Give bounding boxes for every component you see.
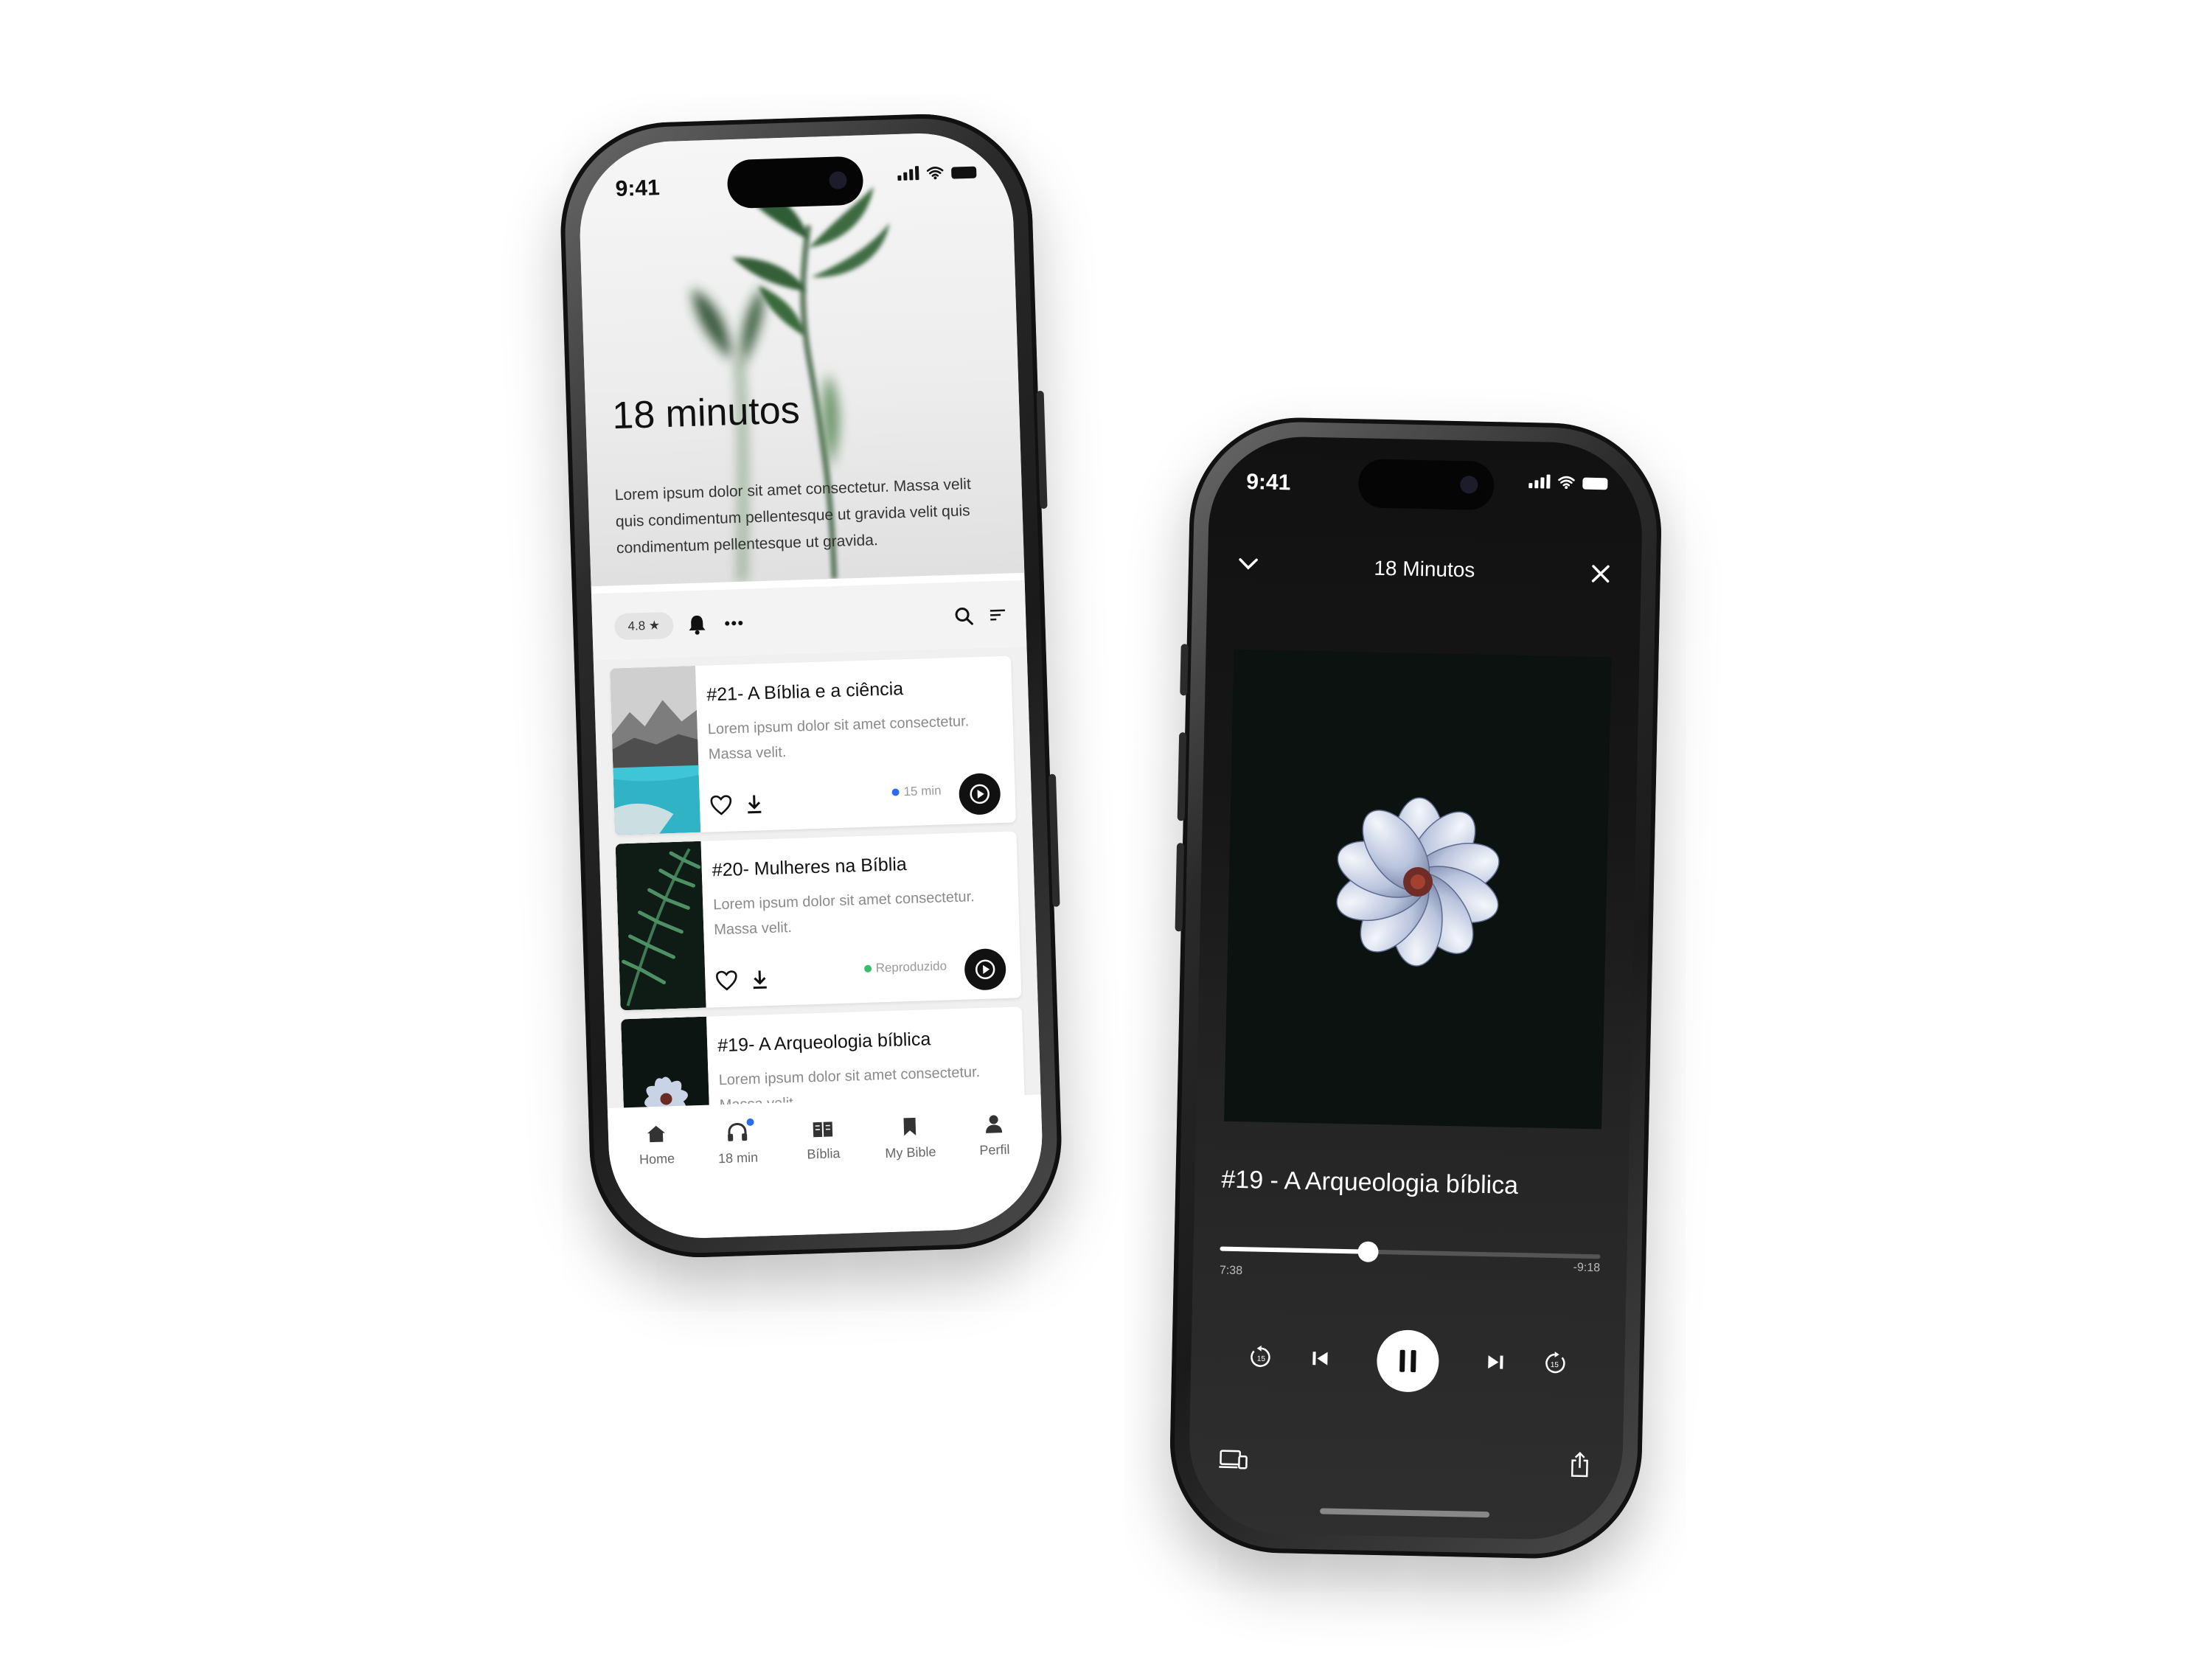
tab-label: Home [639, 1151, 675, 1167]
side-button [1175, 843, 1185, 932]
devices-icon[interactable] [1218, 1449, 1248, 1472]
status-time: 9:41 [1245, 470, 1291, 495]
notification-dot [746, 1118, 754, 1127]
tab-perfil[interactable]: Perfil [953, 1113, 1035, 1159]
home-icon [647, 1125, 665, 1143]
playback-controls: 15 15 [1190, 1320, 1625, 1402]
download-icon[interactable] [751, 969, 769, 990]
episode-description: Lorem ipsum dolor sit amet consectetur. … [707, 713, 970, 763]
page-title: 18 minutos [611, 389, 801, 438]
progress-bar[interactable] [1220, 1241, 1601, 1263]
svg-text:15: 15 [1257, 1355, 1266, 1363]
search-icon[interactable] [949, 601, 979, 631]
play-button[interactable] [958, 773, 1001, 815]
close-icon[interactable] [1591, 564, 1611, 584]
hero-description: Lorem ipsum dolor sit amet consectetur. … [614, 476, 972, 557]
side-button [1048, 773, 1060, 907]
episode-title: #21- A Bíblia e a ciência [706, 678, 904, 706]
tab-home[interactable]: Home [616, 1123, 698, 1168]
lake-mountains-thumbnail [610, 665, 701, 835]
heart-icon[interactable] [715, 970, 738, 991]
progress-knob[interactable] [1357, 1241, 1380, 1263]
camera-icon [829, 171, 847, 189]
status-dot [863, 964, 872, 973]
player-title: 18 Minutos [1374, 556, 1475, 582]
progress-fill [1220, 1246, 1368, 1254]
episode-list: #21- A Bíblia e a ciência Lorem ipsum do… [593, 646, 1041, 1186]
pause-button[interactable] [1376, 1329, 1440, 1393]
home-indicator [1320, 1508, 1490, 1518]
duration-label: 15 min [903, 783, 942, 799]
side-button [1036, 390, 1048, 509]
bell-icon[interactable] [682, 609, 712, 639]
episode-duration: 15 min [891, 784, 942, 800]
track-title: #19 - A Arqueologia bíblica [1221, 1165, 1519, 1200]
more-icon[interactable] [719, 608, 749, 639]
now-playing-screen: 9:41 18 Minutos #19 - A Arqueologia bíbl… [1187, 435, 1644, 1541]
heart-icon[interactable] [710, 794, 733, 815]
status-icons [1528, 474, 1608, 490]
flower-image [1224, 649, 1612, 1130]
player-footer [1189, 1438, 1623, 1491]
side-button [1180, 644, 1189, 696]
played-label: Reproduzido [875, 959, 947, 975]
hero-banner: 9:41 18 minutos Lorem ipsum dolor sit am… [577, 131, 1025, 587]
tab-biblia[interactable]: Bíblia [782, 1118, 864, 1163]
episode-title: #19- A Arqueologia bíblica [717, 1029, 931, 1057]
battery-icon [1582, 477, 1608, 490]
status-dot [891, 788, 900, 796]
play-button[interactable] [964, 947, 1007, 991]
rating-badge[interactable]: 4.8 ★ [613, 611, 674, 641]
tab-label: 18 min [717, 1150, 759, 1166]
player-header: 18 Minutos [1207, 546, 1641, 599]
skip-previous-icon[interactable] [1301, 1340, 1339, 1377]
tab-18-min[interactable]: 18 min [697, 1118, 779, 1167]
rewind-15-icon[interactable]: 15 [1242, 1338, 1280, 1376]
tab-my-bible[interactable]: My Bible [869, 1115, 951, 1161]
album-artwork [1224, 649, 1612, 1130]
status-icons [897, 164, 977, 181]
signal-icon [1528, 474, 1551, 489]
tab-label: Bíblia [807, 1146, 841, 1162]
phone-left: 9:41 18 minutos Lorem ipsum dolor sit am… [557, 111, 1065, 1261]
skip-next-icon[interactable] [1477, 1343, 1514, 1381]
filter-icon[interactable] [982, 599, 1012, 630]
episodes-screen: 9:41 18 minutos Lorem ipsum dolor sit am… [577, 131, 1046, 1241]
episode-title: #20- Mulheres na Bíblia [712, 854, 908, 881]
dynamic-island [1357, 459, 1495, 511]
forward-15-icon[interactable]: 15 [1536, 1345, 1573, 1382]
play-circle-icon [975, 959, 995, 980]
wifi-icon [926, 167, 944, 180]
side-button [1177, 732, 1187, 821]
share-icon[interactable] [1569, 1452, 1590, 1479]
pause-icon [1399, 1349, 1416, 1373]
dynamic-island [726, 156, 864, 209]
tab-label: Perfil [979, 1141, 1010, 1158]
phone-right: 9:41 18 Minutos #19 - A Arqueologia bíbl… [1167, 415, 1664, 1561]
signal-icon [897, 166, 919, 181]
headphones-icon [728, 1122, 748, 1141]
book-icon [813, 1121, 833, 1138]
camera-icon [1460, 476, 1478, 494]
elapsed-time: 7:38 [1219, 1264, 1243, 1278]
wifi-icon [1558, 476, 1575, 490]
episode-status: Reproduzido [863, 959, 947, 976]
play-circle-icon [970, 784, 990, 804]
svg-text:15: 15 [1551, 1361, 1559, 1369]
bookmark-icon [903, 1117, 917, 1136]
battery-icon [951, 166, 977, 179]
download-icon[interactable] [745, 793, 764, 815]
episode-card[interactable]: #20- Mulheres na Bíblia Lorem ipsum dolo… [615, 831, 1022, 1011]
episode-description: Lorem ipsum dolor sit amet consectetur. … [712, 888, 975, 939]
fern-thumbnail [615, 841, 706, 1011]
status-time: 9:41 [615, 175, 661, 201]
remaining-time: -9:18 [1573, 1261, 1601, 1275]
person-icon [986, 1115, 1003, 1133]
tab-label: My Bible [885, 1144, 936, 1161]
episode-card[interactable]: #21- A Bíblia e a ciência Lorem ipsum do… [610, 655, 1016, 835]
tab-bar: Home 18 min Bíblia My Bible Perfil [607, 1094, 1046, 1241]
